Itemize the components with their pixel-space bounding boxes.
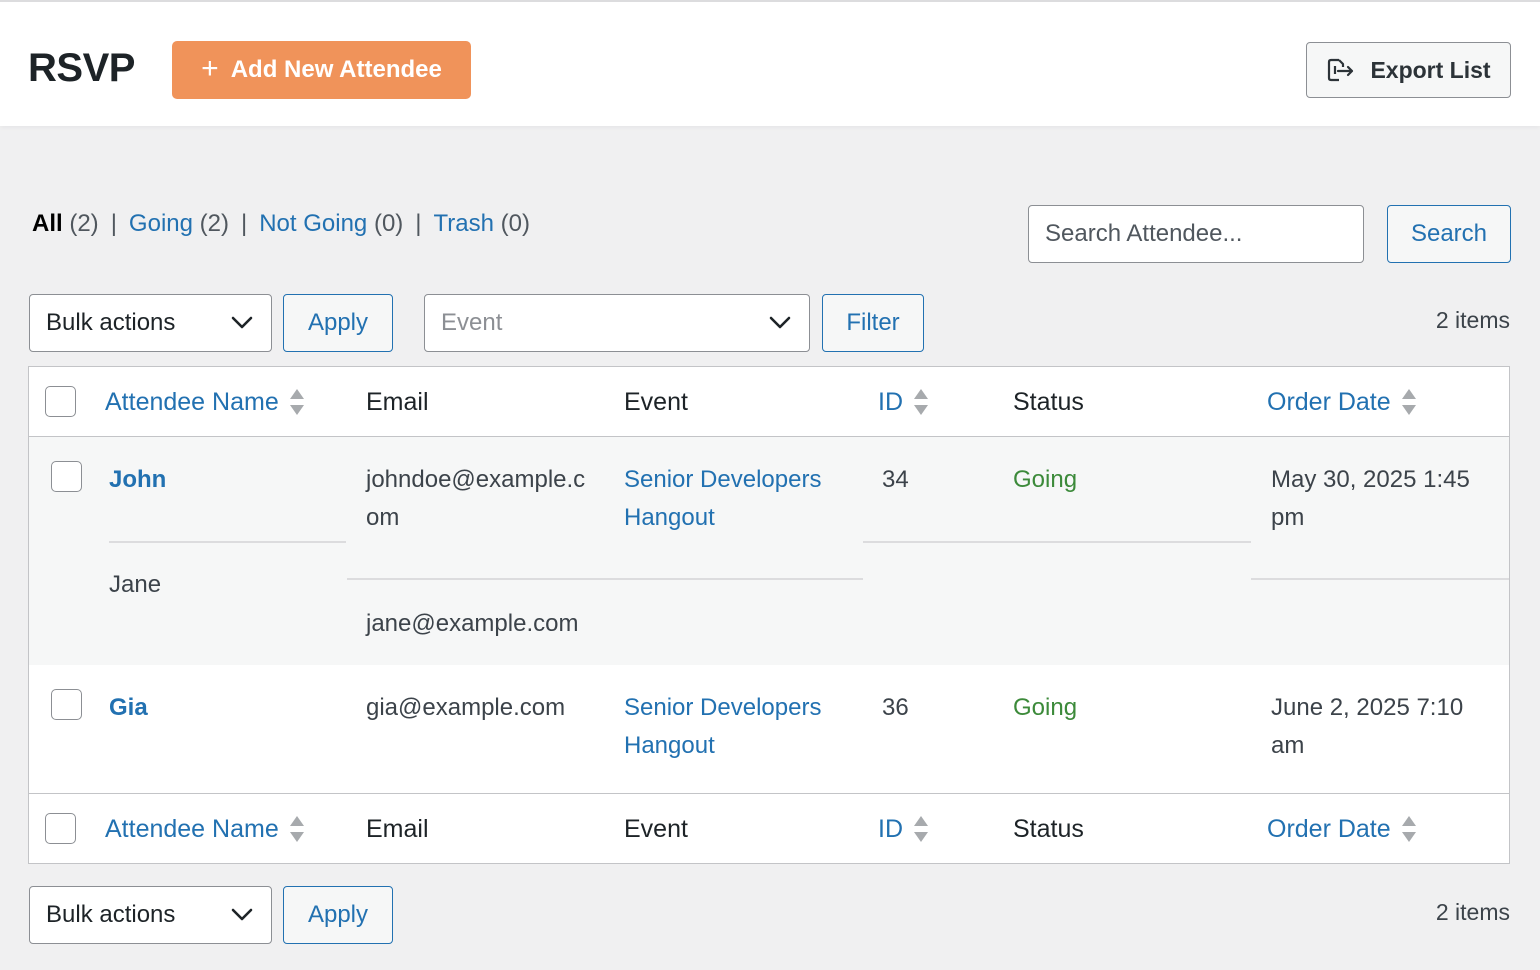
- sort-arrows-icon: [914, 816, 928, 842]
- filter-button[interactable]: Filter: [822, 294, 924, 352]
- bulk-actions-label: Bulk actions: [46, 901, 176, 928]
- filter-all-count: (2): [69, 210, 99, 237]
- divider: [863, 541, 1251, 543]
- bulk-actions-select[interactable]: Bulk actions: [29, 886, 272, 944]
- table-row: Gia gia@example.com Senior Developers Ha…: [29, 665, 1509, 793]
- order-date: June 2, 2025 7:10 am: [1271, 689, 1463, 765]
- event-line: Hangout: [624, 504, 715, 531]
- sort-arrows-icon: [1401, 389, 1416, 415]
- column-id[interactable]: ID: [878, 367, 929, 437]
- attendee-email: johndoe@example.c om: [366, 461, 585, 537]
- filter-trash[interactable]: Trash: [434, 210, 494, 237]
- column-label: Attendee Name: [105, 814, 279, 843]
- guest-email: jane@example.com: [366, 610, 579, 637]
- page-title: RSVP: [28, 46, 135, 90]
- column-label: Order Date: [1267, 387, 1391, 416]
- bulk-actions-label: Bulk actions: [46, 309, 176, 336]
- column-label: Attendee Name: [105, 387, 279, 416]
- email-line: johndoe@example.c: [366, 466, 586, 493]
- filter-trash-count: (0): [500, 210, 531, 237]
- event-link[interactable]: Senior Developers Hangout: [624, 689, 821, 765]
- column-event: Event: [624, 387, 688, 416]
- column-status: Status: [1013, 387, 1084, 416]
- attendee-name-link[interactable]: Gia: [109, 689, 148, 727]
- sort-arrows-icon: [914, 389, 928, 415]
- event-line: Hangout: [624, 732, 715, 759]
- filter-separator: |: [110, 210, 117, 237]
- chevron-down-icon: [769, 316, 791, 329]
- event-line: Senior Developers: [624, 466, 822, 493]
- row-checkbox[interactable]: [51, 689, 82, 720]
- search-input[interactable]: Search Attendee...: [1028, 205, 1364, 263]
- column-label: ID: [878, 387, 903, 416]
- date-line: am: [1271, 732, 1305, 759]
- filter-all[interactable]: All: [32, 210, 63, 237]
- column-email: Email: [366, 387, 429, 416]
- table-row: John johndoe@example.c om Senior Develop…: [29, 437, 1509, 665]
- divider: [1251, 578, 1509, 580]
- filter-separator: |: [415, 210, 422, 237]
- order-date: May 30, 2025 1:45 pm: [1271, 461, 1470, 537]
- attendee-email: gia@example.com: [366, 694, 566, 721]
- attendee-id: 36: [882, 694, 909, 721]
- filter-separator: |: [240, 210, 248, 237]
- divider: [109, 541, 346, 543]
- guest-name: Jane: [109, 571, 162, 598]
- search-placeholder: Search Attendee...: [1045, 220, 1243, 247]
- sort-arrows-icon: [289, 816, 304, 842]
- column-label: Order Date: [1267, 814, 1391, 843]
- search-button[interactable]: Search: [1387, 205, 1511, 263]
- column-event: Event: [624, 814, 688, 843]
- divider: [347, 578, 863, 580]
- filter-going-count: (2): [199, 210, 229, 237]
- attendee-id: 34: [882, 466, 909, 493]
- column-email: Email: [366, 814, 429, 843]
- event-link[interactable]: Senior Developers Hangout: [624, 461, 821, 537]
- column-attendee-name[interactable]: Attendee Name: [105, 367, 305, 437]
- add-new-attendee-button[interactable]: + Add New Attendee: [172, 41, 471, 99]
- items-count: 2 items: [1435, 899, 1510, 925]
- attendee-name-link[interactable]: John: [109, 461, 166, 499]
- event-select[interactable]: Event: [424, 294, 810, 352]
- column-order-date[interactable]: Order Date: [1267, 794, 1417, 864]
- export-list-label: Export List: [1370, 56, 1491, 83]
- attendee-table: Attendee Name Email Event ID Status Orde…: [28, 366, 1510, 864]
- export-icon: [1328, 58, 1354, 82]
- filter-not-going-count: (0): [373, 210, 404, 237]
- row-checkbox[interactable]: [51, 461, 82, 492]
- column-status: Status: [1013, 814, 1084, 843]
- filter-going[interactable]: Going: [129, 210, 193, 237]
- select-all-checkbox[interactable]: [45, 813, 76, 844]
- apply-button[interactable]: Apply: [283, 886, 393, 944]
- table-footer: Attendee Name Email Event ID Status Orde…: [29, 793, 1509, 863]
- table-header: Attendee Name Email Event ID Status Orde…: [29, 367, 1509, 437]
- apply-button[interactable]: Apply: [283, 294, 393, 352]
- email-line: om: [366, 504, 400, 531]
- add-new-attendee-label: Add New Attendee: [230, 56, 442, 83]
- select-all-checkbox[interactable]: [45, 386, 76, 417]
- chevron-down-icon: [231, 316, 253, 329]
- status-going: Going: [1013, 466, 1078, 493]
- filter-not-going[interactable]: Not Going: [259, 210, 367, 237]
- column-id[interactable]: ID: [878, 794, 929, 864]
- column-label: ID: [878, 814, 903, 843]
- export-list-button[interactable]: Export List: [1306, 42, 1511, 98]
- page-header: RSVP + Add New Attendee Export List: [0, 0, 1540, 126]
- date-line: pm: [1271, 504, 1305, 531]
- event-select-placeholder: Event: [441, 309, 503, 336]
- date-line: June 2, 2025 7:10: [1271, 694, 1464, 721]
- column-attendee-name[interactable]: Attendee Name: [105, 794, 305, 864]
- column-order-date[interactable]: Order Date: [1267, 367, 1417, 437]
- date-line: May 30, 2025 1:45: [1271, 466, 1470, 493]
- plus-icon: +: [201, 51, 219, 85]
- event-line: Senior Developers: [624, 694, 822, 721]
- sort-arrows-icon: [289, 389, 304, 415]
- status-filter-links: All (2) | Going (2) | Not Going (0) | Trash (0…: [32, 210, 530, 238]
- sort-arrows-icon: [1401, 816, 1416, 842]
- status-going: Going: [1013, 694, 1078, 721]
- chevron-down-icon: [231, 908, 253, 921]
- items-count: 2 items: [1435, 307, 1510, 333]
- bulk-actions-select[interactable]: Bulk actions: [29, 294, 272, 352]
